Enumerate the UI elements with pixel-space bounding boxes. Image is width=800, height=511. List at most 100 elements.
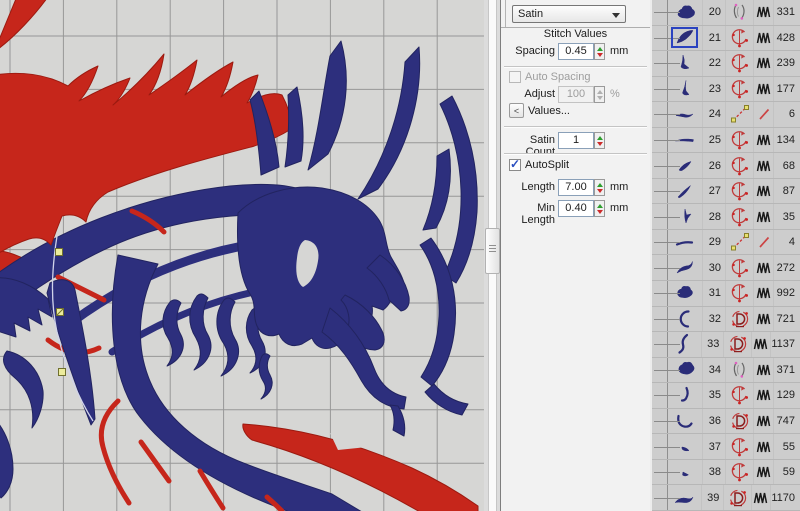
spin-up-icon[interactable] [597, 47, 603, 51]
column-c-icon[interactable] [725, 153, 753, 178]
zigzag-stitch-icon[interactable] [753, 358, 773, 383]
run-line-icon[interactable] [725, 230, 753, 255]
spin-up-icon[interactable] [597, 136, 603, 140]
zigzag-stitch-icon[interactable] [753, 204, 773, 229]
adjust-spinner[interactable] [594, 86, 605, 103]
column-c-icon[interactable] [725, 128, 753, 153]
spacing-input[interactable]: 0.45 [558, 43, 594, 60]
object-thumbnail[interactable] [667, 230, 702, 255]
column-c-icon[interactable] [725, 77, 753, 102]
object-thumbnail[interactable] [667, 128, 702, 153]
object-list-row[interactable]: 3859 [652, 460, 800, 486]
zigzag-stitch-icon[interactable] [753, 281, 773, 306]
object-thumbnail[interactable] [667, 204, 702, 229]
object-thumbnail[interactable] [667, 485, 701, 510]
column-d-icon[interactable] [723, 332, 750, 357]
column-c-icon[interactable] [725, 179, 753, 204]
length-spinner[interactable] [594, 179, 605, 196]
object-list-row[interactable]: 331137 [652, 332, 800, 358]
zigzag-stitch-icon[interactable] [753, 51, 773, 76]
zigzag-stitch-icon[interactable] [753, 179, 773, 204]
zigzag-stitch-icon[interactable] [753, 307, 773, 332]
spin-down-icon[interactable] [597, 142, 603, 146]
object-thumbnail[interactable] [667, 383, 702, 408]
object-list-row[interactable]: 391170 [652, 485, 800, 511]
spin-up-icon[interactable] [597, 204, 603, 208]
zigzag-stitch-icon[interactable] [753, 383, 773, 408]
object-list-row[interactable]: 31992 [652, 281, 800, 307]
edit-node[interactable] [56, 249, 63, 256]
edit-node[interactable] [59, 369, 66, 376]
values-collapse-button[interactable]: < [509, 103, 524, 118]
min-length-input[interactable]: 0.40 [558, 200, 594, 217]
zigzag-stitch-icon[interactable] [753, 26, 773, 51]
object-thumbnail[interactable] [667, 77, 702, 102]
object-thumbnail[interactable] [667, 281, 702, 306]
object-thumbnail[interactable] [667, 460, 702, 485]
object-list-row[interactable]: 3755 [652, 434, 800, 460]
object-thumbnail[interactable] [667, 51, 702, 76]
spin-up-icon[interactable] [597, 183, 603, 187]
satin-count-input[interactable]: 1 [558, 132, 594, 149]
min-length-spinner[interactable] [594, 200, 605, 217]
zigzag-stitch-icon[interactable] [753, 409, 773, 434]
slash-stitch-icon[interactable] [753, 230, 773, 255]
zigzag-stitch-icon[interactable] [753, 434, 773, 459]
outline-icon[interactable] [725, 358, 753, 383]
length-input[interactable]: 7.00 [558, 179, 594, 196]
slash-stitch-icon[interactable] [753, 102, 773, 127]
column-c-icon[interactable] [725, 204, 753, 229]
spin-down-icon[interactable] [597, 53, 603, 57]
zigzag-stitch-icon[interactable] [753, 128, 773, 153]
object-thumbnail[interactable] [667, 358, 702, 383]
zigzag-stitch-icon[interactable] [753, 77, 773, 102]
outline-icon[interactable] [725, 0, 753, 25]
object-list-row[interactable]: 2787 [652, 179, 800, 205]
column-c-icon[interactable] [725, 383, 753, 408]
object-list-row[interactable]: 30272 [652, 255, 800, 281]
object-thumbnail[interactable] [667, 409, 702, 434]
object-list-row[interactable]: 2835 [652, 204, 800, 230]
zigzag-stitch-icon[interactable] [753, 153, 773, 178]
column-c-icon[interactable] [725, 460, 753, 485]
autosplit-checkbox[interactable] [509, 159, 521, 171]
object-list-row[interactable]: 21428 [652, 26, 800, 52]
object-list-row[interactable]: 22239 [652, 51, 800, 77]
zigzag-stitch-icon[interactable] [753, 255, 773, 280]
zigzag-stitch-icon[interactable] [753, 460, 773, 485]
object-list-row[interactable]: 25134 [652, 128, 800, 154]
column-d-icon[interactable] [725, 409, 753, 434]
zigzag-stitch-icon[interactable] [751, 485, 771, 510]
column-c-icon[interactable] [725, 255, 753, 280]
column-c-icon[interactable] [725, 281, 753, 306]
object-list-row[interactable]: 32721 [652, 307, 800, 333]
auto-spacing-checkbox[interactable] [509, 71, 521, 83]
splitter-grip-handle[interactable] [485, 228, 500, 274]
zigzag-stitch-icon[interactable] [751, 332, 771, 357]
object-list-row[interactable]: 35129 [652, 383, 800, 409]
adjust-input[interactable]: 100 [558, 86, 594, 103]
object-thumbnail[interactable] [667, 434, 702, 459]
design-canvas[interactable] [0, 0, 484, 511]
column-c-icon[interactable] [725, 434, 753, 459]
object-list-row[interactable]: 36747 [652, 409, 800, 435]
zigzag-stitch-icon[interactable] [753, 0, 773, 25]
object-list-row[interactable]: 294 [652, 230, 800, 256]
object-thumbnail-selected[interactable] [667, 26, 702, 51]
values-button-label[interactable]: Values... [528, 105, 570, 117]
object-list-row[interactable]: 20331 [652, 0, 800, 26]
object-list-row[interactable]: 23177 [652, 77, 800, 103]
spacing-spinner[interactable] [594, 43, 605, 60]
column-c-icon[interactable] [725, 51, 753, 76]
object-thumbnail[interactable] [667, 332, 701, 357]
column-c-icon[interactable] [725, 26, 753, 51]
object-list-row[interactable]: 246 [652, 102, 800, 128]
column-d-icon[interactable] [725, 307, 753, 332]
object-thumbnail[interactable] [667, 255, 702, 280]
object-thumbnail[interactable] [667, 0, 702, 25]
object-list-row[interactable]: 34371 [652, 358, 800, 384]
object-list-row[interactable]: 2668 [652, 153, 800, 179]
satin-count-spinner[interactable] [594, 132, 605, 149]
spin-down-icon[interactable] [597, 210, 603, 214]
column-d-icon[interactable] [723, 485, 750, 510]
